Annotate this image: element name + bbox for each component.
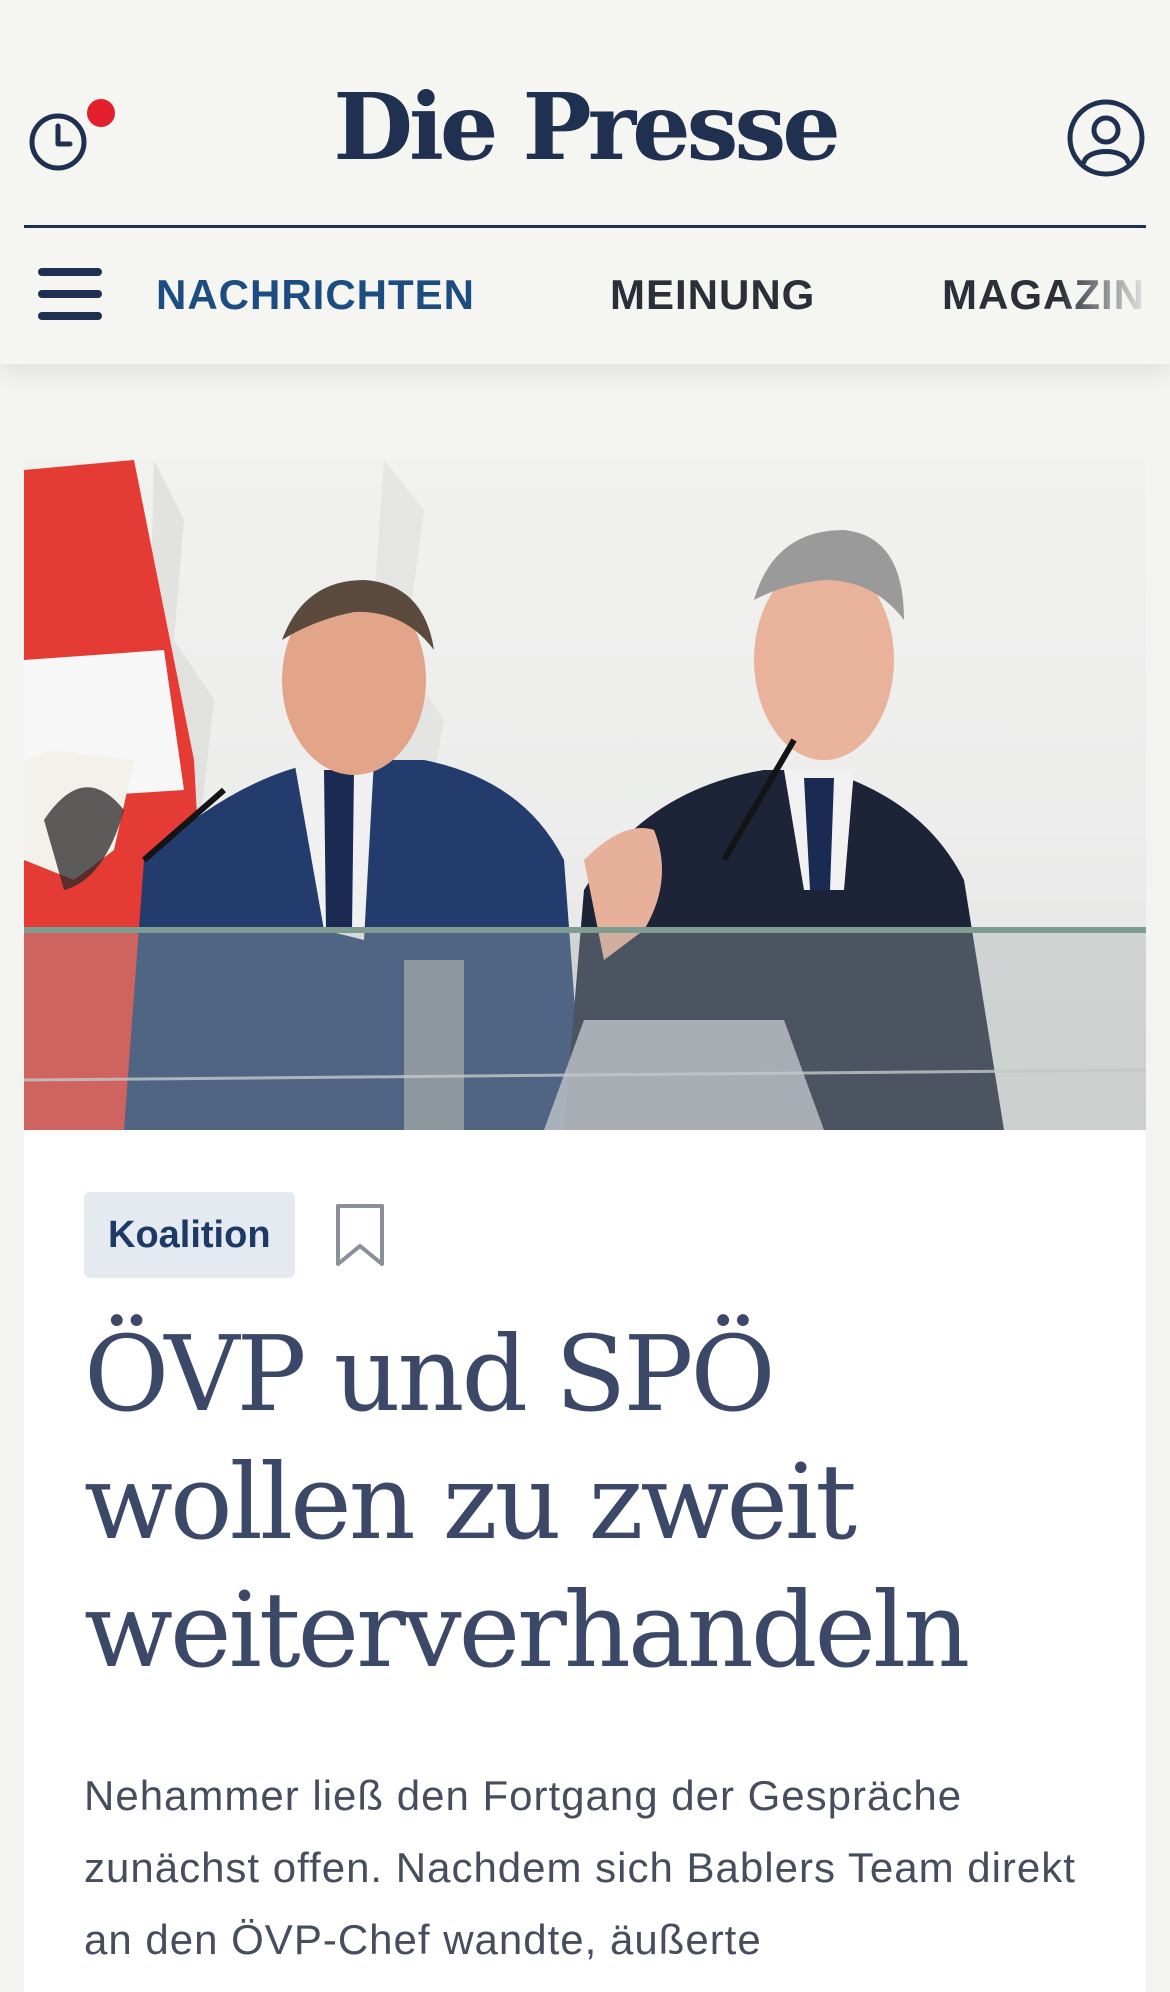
nav-item-meinung[interactable]: MEINUNG [610,270,815,320]
site-header: Die Presse NACHRICHTEN MEINUNG MAGAZIN [0,0,1170,364]
nav-item-nachrichten[interactable]: NACHRICHTEN [156,270,475,320]
article-teaser-card[interactable]: Koalition ÖVP und SPÖ wollen zu zweit we… [24,460,1146,1992]
hamburger-menu-icon-line [38,290,102,298]
site-logo[interactable]: Die Presse [300,72,870,182]
menu-button[interactable] [36,264,106,324]
nav-item-magazin[interactable]: MAGAZIN [942,270,1145,320]
hamburger-menu-icon [38,268,102,276]
account-button[interactable] [1066,98,1146,178]
history-clock-icon [29,113,87,171]
article-hero-image[interactable] [24,460,1146,1130]
bookmark-button[interactable] [332,1202,388,1268]
press-conference-photo [24,460,1146,1130]
history-button[interactable] [26,96,118,176]
header-topbar: Die Presse [0,0,1170,228]
bookmark-icon [336,1204,384,1266]
main-navigation: NACHRICHTEN MEINUNG MAGAZIN [0,228,1170,364]
article-lead: Nehammer ließ den Fortgang der Gespräche… [84,1772,1076,1963]
article-headline[interactable]: ÖVP und SPÖ wollen zu zweit weiterverhan… [84,1310,1104,1694]
category-tag[interactable]: Koalition [84,1192,295,1278]
user-account-icon [1067,99,1145,177]
notification-dot [84,96,118,130]
hamburger-menu-icon-line [38,312,102,320]
